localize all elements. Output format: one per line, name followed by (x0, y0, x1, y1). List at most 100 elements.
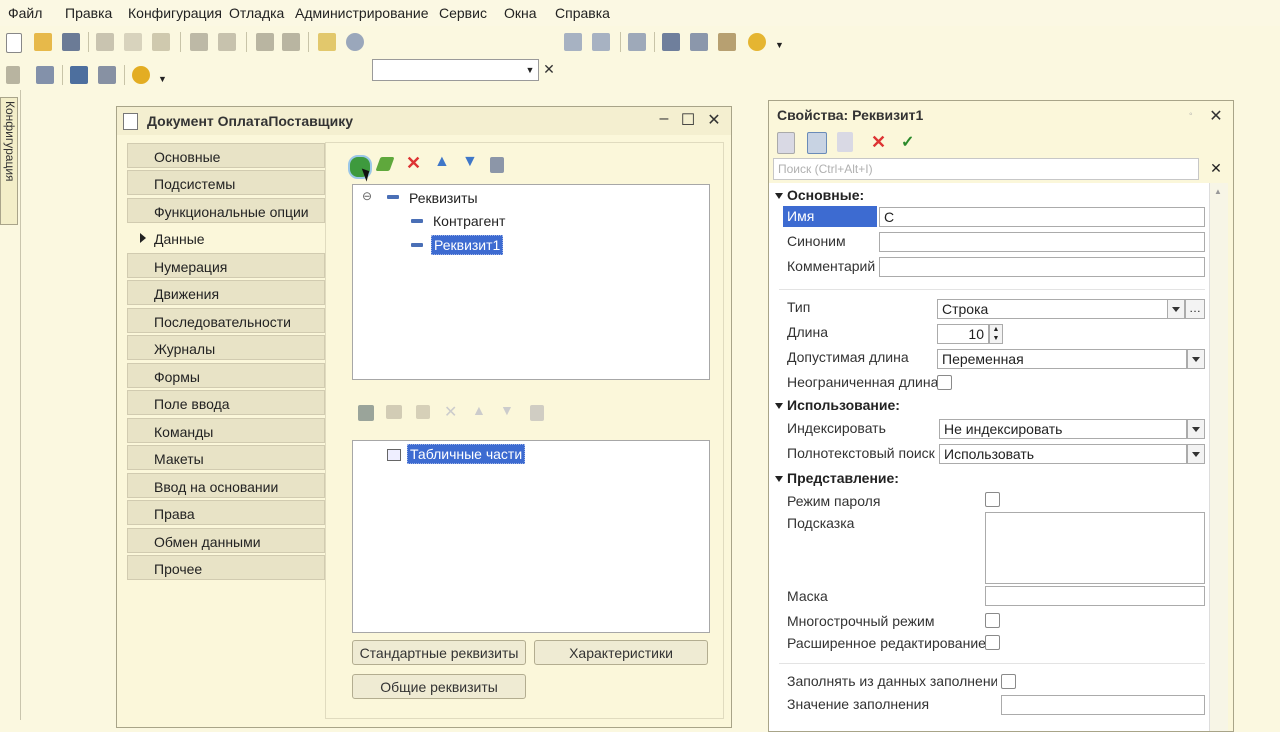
sort-disabled-icon[interactable] (530, 405, 544, 421)
common-attributes-button[interactable]: Общие реквизиты (352, 674, 526, 699)
section-usage[interactable]: Использование: (775, 397, 900, 413)
fulltext-dropdown-icon[interactable] (1187, 444, 1205, 464)
help-index-icon[interactable] (718, 33, 736, 51)
undo-icon[interactable] (256, 33, 274, 51)
close-icon[interactable]: ✕ (705, 110, 723, 130)
characteristics-button[interactable]: Характеристики (534, 640, 708, 665)
standard-attributes-button[interactable]: Стандартные реквизиты (352, 640, 526, 665)
nav-item-sequences[interactable]: Последовательности (127, 308, 325, 333)
save-icon[interactable] (62, 33, 80, 51)
nav-item-movements[interactable]: Движения (127, 280, 325, 305)
print-icon[interactable] (190, 33, 208, 51)
edit-icon[interactable] (375, 157, 395, 171)
move-up-icon[interactable]: ▲ (434, 153, 450, 171)
menu-help[interactable]: Справка (555, 5, 610, 21)
move-up-disabled-icon[interactable]: ▲ (472, 402, 486, 418)
tree-node-counterparty[interactable]: Контрагент (433, 213, 505, 229)
menu-edit[interactable]: Правка (65, 5, 112, 21)
menu-administration[interactable]: Администрирование (295, 5, 429, 21)
menu-windows[interactable]: Окна (504, 5, 537, 21)
menu-debug[interactable]: Отладка (229, 5, 284, 21)
nav-item-numbering[interactable]: Нумерация (127, 253, 325, 278)
paste-icon[interactable] (152, 33, 170, 51)
comment-field[interactable] (879, 257, 1205, 277)
fill-from-checkbox[interactable] (1001, 674, 1016, 689)
database-update-icon[interactable] (70, 66, 88, 84)
windows-icon[interactable] (628, 33, 646, 51)
attributes-tree[interactable]: ⊖ Реквизиты Контрагент Реквизит1 (352, 184, 710, 380)
info-icon[interactable] (748, 33, 766, 51)
type-select-ellipsis-icon[interactable]: … (1185, 299, 1205, 319)
nav-item-functional-options[interactable]: Функциональные опции (127, 198, 325, 223)
tooltip-textarea[interactable] (985, 512, 1205, 584)
nav-item-input-field[interactable]: Поле ввода (127, 390, 325, 415)
open-folder-icon[interactable] (34, 33, 52, 51)
edit-disabled-icon[interactable] (416, 405, 430, 419)
allowed-length-dropdown-icon[interactable] (1187, 349, 1205, 369)
new-document-icon[interactable] (6, 33, 22, 53)
length-field[interactable]: 10 (937, 324, 989, 344)
fulltext-field[interactable]: Использовать (939, 444, 1187, 464)
index-dropdown-icon[interactable] (1187, 419, 1205, 439)
nav-item-rights[interactable]: Права (127, 500, 325, 525)
extended-edit-checkbox[interactable] (985, 635, 1000, 650)
categories-icon[interactable] (807, 132, 827, 154)
config-tree-icon[interactable] (6, 66, 20, 84)
synonym-field[interactable] (879, 232, 1205, 252)
find-previous-icon[interactable] (592, 33, 610, 51)
length-stepper-icon[interactable]: ▲ ▼ (989, 324, 1003, 344)
nav-item-other[interactable]: Прочее (127, 555, 325, 580)
name-field[interactable]: С (879, 207, 1205, 227)
copy-icon[interactable] (124, 33, 142, 51)
allowed-length-field[interactable]: Переменная (937, 349, 1187, 369)
properties-search-input[interactable]: Поиск (Ctrl+Alt+I) (773, 158, 1199, 180)
cut-icon[interactable] (96, 33, 114, 51)
nav-item-main[interactable]: Основные (127, 143, 325, 168)
nav-item-data[interactable]: Данные (127, 225, 325, 250)
configuration-side-tab[interactable]: Конфигурация (0, 97, 18, 225)
nav-item-data-exchange[interactable]: Обмен данными (127, 528, 325, 553)
tree-node-attributes[interactable]: Реквизиты (409, 190, 478, 206)
nav-item-journals[interactable]: Журналы (127, 335, 325, 360)
index-field[interactable]: Не индексировать (939, 419, 1187, 439)
collapse-icon[interactable]: ⊖ (362, 189, 372, 203)
section-presentation[interactable]: Представление: (775, 470, 899, 486)
cancel-icon[interactable]: ✕ (871, 132, 886, 153)
maximize-icon[interactable]: ☐ (679, 110, 697, 130)
tree-node-attribute1[interactable]: Реквизит1 (431, 235, 504, 255)
properties-scrollbar[interactable]: ▲ (1209, 183, 1228, 731)
menu-configuration[interactable]: Конфигурация (128, 5, 222, 21)
password-mode-checkbox[interactable] (985, 492, 1000, 507)
menu-service[interactable]: Сервис (439, 5, 487, 21)
module-icon[interactable] (36, 66, 54, 84)
debug-chevron-icon[interactable]: ▼ (158, 74, 167, 84)
pin-icon[interactable]: ◦ (1189, 109, 1193, 120)
delete-disabled-icon[interactable]: ✕ (444, 402, 457, 422)
close-properties-icon[interactable]: ✕ (1207, 106, 1225, 126)
clear-properties-search-icon[interactable]: ✕ (1207, 159, 1225, 177)
start-debug-icon[interactable] (132, 66, 150, 84)
sort-icon[interactable] (490, 157, 504, 173)
unlimited-length-checkbox[interactable] (937, 375, 952, 390)
section-main[interactable]: Основные: (775, 187, 864, 203)
menu-file[interactable]: Файл (8, 5, 42, 21)
find-next-icon[interactable] (564, 33, 582, 51)
nav-item-input-by-basis[interactable]: Ввод на основании (127, 473, 325, 498)
tree-node-tabular-parts[interactable]: Табличные части (407, 444, 526, 464)
scroll-up-icon[interactable]: ▲ (1214, 187, 1222, 196)
search-icon[interactable] (346, 33, 364, 51)
add-column-icon[interactable] (386, 405, 402, 419)
type-field[interactable]: Строка (937, 299, 1185, 319)
nav-item-templates[interactable]: Макеты (127, 445, 325, 470)
move-down-disabled-icon[interactable]: ▼ (500, 402, 514, 418)
fill-value-field[interactable] (1001, 695, 1205, 715)
more-chevron-icon[interactable]: ▼ (775, 40, 784, 50)
tabular-parts-tree[interactable]: Табличные части (352, 440, 710, 633)
multiline-checkbox[interactable] (985, 613, 1000, 628)
nav-item-subsystems[interactable]: Подсистемы (127, 170, 325, 195)
mask-field[interactable] (985, 586, 1205, 606)
add-tabular-icon[interactable] (358, 405, 374, 421)
filter-icon[interactable] (837, 132, 853, 152)
nav-item-commands[interactable]: Команды (127, 418, 325, 443)
apply-icon[interactable]: ✓ (901, 132, 914, 152)
